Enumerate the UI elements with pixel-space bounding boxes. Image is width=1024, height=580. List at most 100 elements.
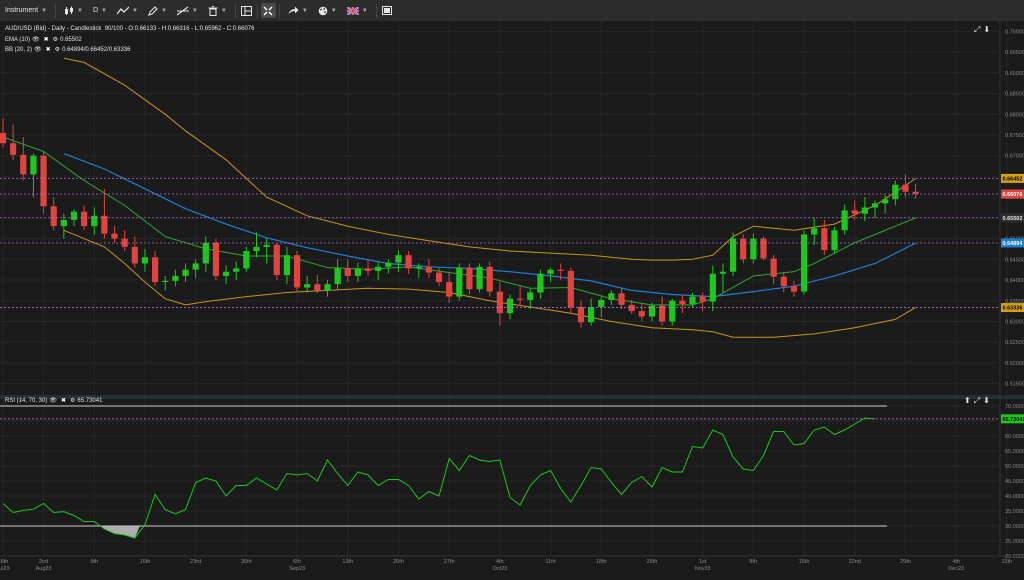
- candle-down: [577, 306, 585, 323]
- download-icon[interactable]: ⬇: [983, 25, 990, 35]
- candle-up: [192, 263, 199, 270]
- candle-down: [699, 296, 706, 302]
- candle-down: [628, 304, 635, 312]
- candle-down: [273, 244, 280, 276]
- candle-up: [324, 284, 331, 291]
- date-tick-label: 13th: [342, 559, 353, 565]
- toolbar-divider: [256, 3, 258, 18]
- candle-down: [659, 305, 666, 322]
- candle-up: [375, 266, 382, 271]
- move-up-icon[interactable]: ⬆: [964, 396, 971, 406]
- candle-up: [283, 255, 291, 276]
- timeframe-dropdown[interactable]: D ▼: [88, 0, 112, 21]
- share-dropdown[interactable]: ▼: [283, 0, 313, 21]
- date-tick-label: 9th: [90, 559, 98, 565]
- candle-up: [831, 230, 838, 251]
- date-tick-label: 15th: [799, 559, 810, 565]
- chevron-down-icon: ▼: [191, 7, 198, 14]
- date-tick-sublabel: Jul23: [0, 566, 10, 572]
- candle-down: [770, 258, 777, 277]
- candle-up: [334, 268, 341, 285]
- price-tick-label: 0.62500: [1005, 340, 1024, 346]
- bb-legend-value: 0.64894/0.66452/0.63336: [62, 46, 131, 53]
- rsi-panel-controls: ⬆ ⤢ ⬇: [964, 396, 990, 406]
- eye-icon[interactable]: 👁: [49, 397, 57, 404]
- uk-flag-icon: [346, 6, 359, 15]
- ema-legend: EMA (10) 👁 ✖ ⚙ 0.65502: [5, 36, 82, 44]
- language-dropdown[interactable]: ▼: [342, 0, 373, 21]
- candle-down: [212, 242, 220, 276]
- crosshair-button[interactable]: [260, 3, 276, 18]
- candle-up: [871, 203, 879, 208]
- price-tick-label: 0.64500: [1005, 257, 1024, 263]
- eye-icon[interactable]: 👁: [32, 36, 40, 43]
- candle-up: [253, 246, 260, 252]
- expand-icon[interactable]: ⤢: [974, 25, 980, 35]
- chevron-down-icon: ▼: [160, 7, 167, 14]
- gear-icon[interactable]: ⚙: [55, 46, 60, 53]
- price-chart[interactable]: 0.70000 0.69500 0.69000 0.68500 0.68000 0.675…: [0, 21, 1024, 580]
- candle-down: [446, 282, 453, 297]
- close-icon[interactable]: ✖: [46, 46, 51, 53]
- candlestick-icon: [65, 6, 74, 15]
- download-icon[interactable]: ⬇: [983, 396, 990, 406]
- price-tick-label: 0.63000: [1005, 319, 1024, 325]
- expand-icon[interactable]: ⤢: [974, 396, 980, 406]
- price-tick-label: 0.67000: [1005, 154, 1024, 160]
- candle-down: [851, 210, 858, 214]
- eye-icon[interactable]: 👁: [34, 46, 42, 53]
- candle-down: [466, 267, 473, 290]
- date-tick-sublabel: Oct23: [493, 566, 508, 572]
- chart-type-dropdown[interactable]: ▼: [59, 0, 88, 21]
- price-badge-label: 0.64894: [1003, 241, 1024, 247]
- chevron-down-icon: ▼: [361, 7, 368, 14]
- candle-up: [354, 268, 361, 276]
- price-badge-label: 0.65502: [1003, 216, 1023, 222]
- gear-icon[interactable]: ⚙: [70, 397, 75, 404]
- candle-down: [425, 266, 432, 273]
- price-tick-label: 0.67500: [1005, 133, 1024, 139]
- close-icon[interactable]: ✖: [61, 397, 66, 404]
- candle-up: [91, 215, 98, 227]
- candle-down: [618, 293, 625, 305]
- rsi-legend: RSI (14, 70, 30) 👁 ✖ ⚙ 65.73041: [5, 397, 102, 405]
- rsi-tick-label: 25.00000: [1005, 539, 1024, 545]
- candle-up: [233, 268, 240, 272]
- delete-dropdown[interactable]: ▼: [203, 0, 232, 21]
- candle-down: [760, 238, 767, 259]
- toolbar-divider: [375, 3, 377, 18]
- candle-down: [740, 238, 747, 260]
- candle-up: [527, 292, 534, 300]
- candle-down: [152, 257, 159, 283]
- close-icon[interactable]: ✖: [44, 36, 49, 43]
- candle-up: [304, 284, 311, 288]
- screenshot-button[interactable]: [380, 3, 395, 18]
- date-tick-sublabel: Aug23: [36, 566, 52, 572]
- chevron-down-icon: ▼: [101, 7, 107, 14]
- candle-down: [517, 298, 524, 300]
- price-tick-label: 0.68000: [1005, 112, 1024, 118]
- candle-down: [81, 211, 88, 227]
- gear-icon[interactable]: ⚙: [53, 36, 58, 43]
- candle-down: [821, 228, 828, 251]
- candle-up: [669, 300, 676, 322]
- layout-button[interactable]: [239, 3, 254, 18]
- date-tick-label: 23rd: [190, 559, 201, 565]
- candle-up: [709, 273, 716, 302]
- rsi-tick-label: 40.00000: [1005, 494, 1024, 500]
- date-tick-label: 8th: [750, 559, 758, 565]
- drawing-tools-dropdown[interactable]: ▼: [143, 0, 172, 21]
- rsi-tick-label: 55.00000: [1005, 449, 1024, 455]
- lines-dropdown[interactable]: ▼: [172, 0, 203, 21]
- date-tick-label: 29th: [900, 559, 911, 565]
- rsi-tick-label: 45.00000: [1005, 479, 1024, 485]
- line-tool-icon: [176, 6, 189, 15]
- settings-dropdown[interactable]: ▼: [313, 0, 342, 21]
- candle-up: [202, 242, 209, 264]
- indicators-dropdown[interactable]: ▼: [112, 0, 143, 21]
- candle-down: [567, 270, 574, 307]
- candle-up: [172, 275, 179, 281]
- candle-up: [861, 207, 868, 214]
- candle-up: [70, 211, 78, 220]
- instrument-dropdown[interactable]: Instrument ▼: [0, 0, 52, 21]
